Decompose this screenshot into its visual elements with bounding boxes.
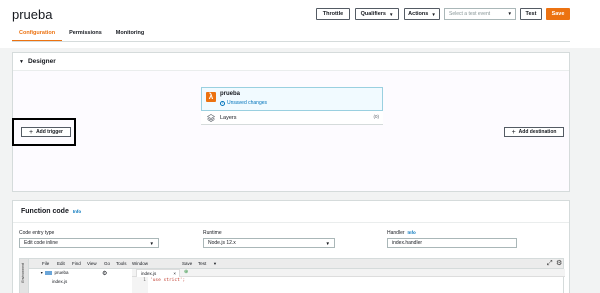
collapse-triangle-icon: ▼ <box>19 58 24 65</box>
qualifiers-label: Qualifiers <box>360 11 386 17</box>
code-line[interactable]: 'use strict'; <box>150 277 185 283</box>
code-entry-type-label: Code entry type <box>19 230 55 236</box>
layers-icon <box>207 113 215 122</box>
save-button[interactable]: Save <box>546 8 570 20</box>
function-node-name: prueba <box>220 91 241 97</box>
handler-label: Handler Info <box>387 230 416 236</box>
file-tree: ▼ prueba ⚙ index.js <box>30 269 130 293</box>
line-number-gutter: 1 <box>132 277 148 293</box>
menu-go[interactable]: Go <box>104 261 110 266</box>
page-title: prueba <box>12 7 53 22</box>
actions-button[interactable]: Actions ▼ <box>404 8 440 20</box>
tree-file-name: index.js <box>52 279 68 284</box>
header: prueba Throttle Qualifiers ▼ Actions ▼ S… <box>0 0 600 48</box>
menu-save[interactable]: Save <box>182 261 192 266</box>
unsaved-status-text: Unsaved changes <box>227 100 268 106</box>
tree-gear-icon[interactable]: ⚙ <box>102 270 107 277</box>
plus-icon: + <box>511 128 516 136</box>
caret-down-icon: ▼ <box>507 11 512 16</box>
actions-label: Actions <box>408 11 429 17</box>
tabs-divider <box>12 41 570 42</box>
runtime-label: Runtime <box>203 230 222 236</box>
test-event-select[interactable]: Select a test event ▼ <box>444 8 516 20</box>
code-entry-type-select[interactable]: Edit code inline ▼ <box>19 238 159 248</box>
designer-title: Designer <box>27 58 56 65</box>
highlight-box <box>12 118 76 146</box>
editor-menubar: File Edit Find View Go Tools Window Save… <box>20 259 563 269</box>
menu-test[interactable]: Test <box>198 261 206 266</box>
chevron-down-icon[interactable]: ▼ <box>213 261 217 266</box>
function-code-header: Function code Info <box>13 201 569 223</box>
handler-label-text: Handler <box>387 230 405 236</box>
handler-value: index.handler <box>392 240 423 246</box>
code-editor: File Edit Find View Go Tools Window Save… <box>19 258 565 293</box>
lambda-icon: λ <box>206 92 216 102</box>
caret-down-icon: ▼ <box>149 240 154 246</box>
menu-find[interactable]: Find <box>72 261 81 266</box>
editor-tab-bar: index.js × ⊕ <box>132 269 565 277</box>
environment-sidebar-tab[interactable]: Environment <box>20 259 29 293</box>
test-label: Test <box>525 11 537 17</box>
designer-header[interactable]: ▼ Designer <box>13 53 569 71</box>
menu-view[interactable]: View <box>87 261 97 266</box>
menu-window[interactable]: Window <box>132 261 148 266</box>
add-destination-label: Add destination <box>518 129 557 135</box>
info-circle-icon: i <box>220 100 225 106</box>
tab-monitoring[interactable]: Monitoring <box>109 28 151 42</box>
editor-tab-indexjs[interactable]: index.js × <box>136 269 180 277</box>
test-event-placeholder: Select a test event <box>449 11 491 17</box>
layers-node[interactable]: Layers (0) <box>201 111 383 125</box>
tree-folder-item[interactable]: ▼ prueba <box>40 270 68 275</box>
function-code-panel: Function code Info Code entry type Edit … <box>12 200 570 293</box>
test-button[interactable]: Test <box>520 8 542 20</box>
close-icon[interactable]: × <box>173 270 176 277</box>
layers-label: Layers <box>220 114 237 121</box>
throttle-label: Throttle <box>322 11 344 17</box>
unsaved-status: i Unsaved changes <box>220 100 267 106</box>
caret-down-icon: ▼ <box>431 11 436 17</box>
gear-icon[interactable]: ⚙ <box>556 260 562 268</box>
tab-bar: Configuration Permissions Monitoring <box>12 28 151 42</box>
qualifiers-button[interactable]: Qualifiers ▼ <box>355 8 399 20</box>
tab-permissions[interactable]: Permissions <box>62 28 109 42</box>
expand-triangle-icon: ▼ <box>40 270 44 275</box>
caret-down-icon: ▼ <box>325 240 330 246</box>
handler-input[interactable]: index.handler <box>387 238 517 248</box>
environment-label: Environment <box>21 263 25 283</box>
tree-file-item[interactable]: index.js <box>52 279 67 284</box>
layers-count: (0) <box>373 114 380 119</box>
runtime-select[interactable]: Node.js 12.x ▼ <box>203 238 335 248</box>
handler-info-link[interactable]: Info <box>408 230 416 235</box>
info-link[interactable]: Info <box>73 209 81 214</box>
add-destination-button[interactable]: + Add destination <box>504 127 564 137</box>
tab-configuration[interactable]: Configuration <box>12 28 63 42</box>
menu-tools[interactable]: Tools <box>116 261 127 266</box>
folder-icon <box>45 270 53 275</box>
menu-edit[interactable]: Edit <box>57 261 65 266</box>
save-label: Save <box>551 11 565 17</box>
code-entry-type-value: Edit code inline <box>24 240 58 246</box>
editor-tab-label: index.js <box>141 271 157 276</box>
function-code-title: Function code <box>21 208 69 215</box>
throttle-button[interactable]: Throttle <box>316 8 350 20</box>
tree-folder-name: prueba <box>54 270 69 275</box>
runtime-value: Node.js 12.x <box>208 240 236 246</box>
fullscreen-icon[interactable]: ⤢ <box>547 260 553 268</box>
menu-file[interactable]: File <box>42 261 49 266</box>
function-node[interactable]: λ prueba i Unsaved changes <box>201 87 383 111</box>
caret-down-icon: ▼ <box>388 11 394 17</box>
add-tab-icon[interactable]: ⊕ <box>184 269 188 275</box>
designer-panel: ▼ Designer λ prueba i Unsaved changes La… <box>12 52 570 192</box>
